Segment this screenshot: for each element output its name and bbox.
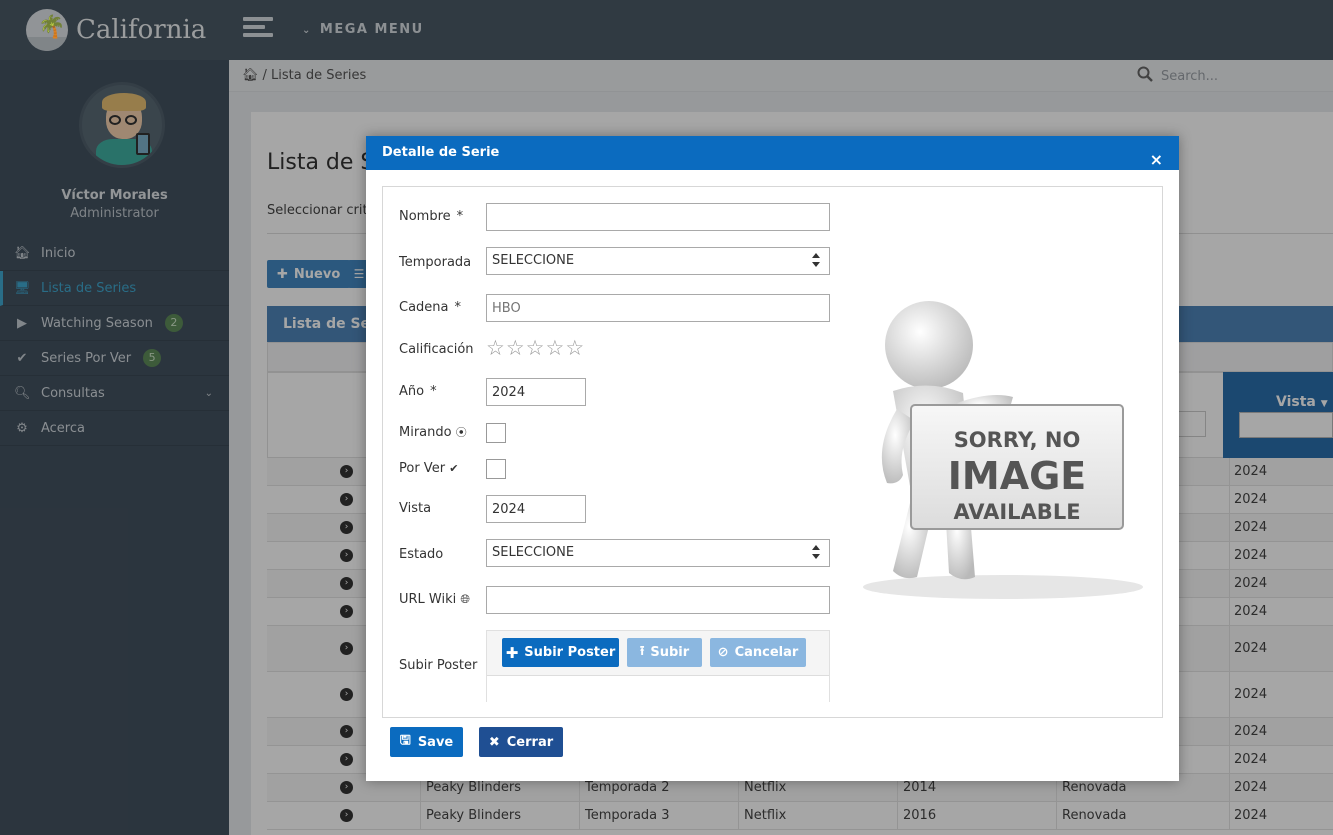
cerrar-button-label: Cerrar: [506, 734, 554, 750]
star-icon[interactable]: ☆: [545, 337, 564, 359]
select-arrows-icon: [812, 545, 820, 561]
placeholder-line-1: SORRY, NO: [954, 428, 1081, 452]
star-icon[interactable]: ☆: [565, 337, 584, 359]
globe-icon: 🌐︎: [460, 592, 470, 606]
dialog-title: Detalle de Serie: [382, 145, 500, 160]
upload-toolbar: ✚ Subir Poster ⭱ Subir ⊘ Cancelar: [487, 631, 829, 675]
vista-input[interactable]: [486, 495, 586, 523]
choose-poster-label: Subir Poster: [524, 645, 616, 660]
check-circle-icon: ✔: [449, 462, 459, 475]
mirando-checkbox[interactable]: [486, 423, 506, 443]
select-arrows-icon: [812, 253, 820, 269]
urlwiki-input[interactable]: [486, 586, 830, 614]
rating-stars[interactable]: ☆ ☆ ☆ ☆ ☆: [486, 337, 584, 359]
estado-selected-value: SELECCIONE: [492, 545, 575, 560]
floppy-disk-icon: 🖫: [399, 733, 411, 748]
placeholder-line-3: AVAILABLE: [953, 500, 1080, 524]
mirando-label: Mirando ⦿: [399, 425, 467, 440]
nombre-input[interactable]: [486, 203, 830, 231]
ban-icon: ⊘: [717, 645, 729, 660]
anio-label: Año *: [399, 384, 437, 399]
estado-select[interactable]: SELECCIONE: [486, 539, 830, 567]
urlwiki-label: URL Wiki 🌐︎: [399, 592, 470, 607]
star-icon[interactable]: ☆: [506, 337, 525, 359]
choose-poster-button[interactable]: ✚ Subir Poster: [502, 638, 619, 667]
serie-detail-dialog: Detalle de Serie × Nombre * Temporada SEL…: [366, 136, 1179, 781]
porver-label: Por Ver ✔: [399, 461, 459, 476]
nombre-label: Nombre *: [399, 209, 464, 224]
estado-label: Estado: [399, 547, 444, 562]
required-mark: *: [456, 209, 464, 224]
dialog-header: Detalle de Serie ×: [366, 136, 1179, 170]
vista-label: Vista: [399, 501, 432, 516]
close-icon: ✖: [488, 734, 500, 750]
calificacion-label: Calificación: [399, 342, 474, 357]
cancel-upload-label: Cancelar: [734, 645, 799, 660]
no-image-placeholder: SORRY, NO IMAGE AVAILABLE: [863, 301, 1143, 599]
upload-drop-zone[interactable]: [487, 675, 829, 702]
cadena-label: Cadena *: [399, 300, 461, 315]
subirposter-label: Subir Poster: [399, 658, 478, 673]
cerrar-button[interactable]: ✖ Cerrar: [479, 727, 563, 757]
temporada-selected-value: SELECCIONE: [492, 253, 575, 268]
star-icon[interactable]: ☆: [526, 337, 545, 359]
close-icon[interactable]: ×: [1150, 143, 1163, 177]
file-upload: ✚ Subir Poster ⭱ Subir ⊘ Cancelar: [486, 630, 830, 702]
temporada-select[interactable]: SELECCIONE: [486, 247, 830, 275]
cadena-input[interactable]: [486, 294, 830, 322]
required-mark: *: [430, 384, 437, 399]
plus-icon: ✚: [505, 643, 519, 662]
temporada-label: Temporada: [399, 255, 472, 270]
save-button-label: Save: [417, 734, 454, 750]
upload-icon: ⭱: [639, 643, 645, 659]
anio-input[interactable]: [486, 378, 586, 406]
serie-form: Nombre* Temporada SELECCIONE Cadena* Cal…: [382, 186, 1163, 718]
porver-checkbox[interactable]: [486, 459, 506, 479]
upload-label: Subir: [650, 645, 690, 660]
save-button[interactable]: 🖫 Save: [390, 727, 463, 757]
required-mark: *: [454, 300, 462, 315]
star-icon[interactable]: ☆: [486, 337, 505, 359]
cancel-upload-button[interactable]: ⊘ Cancelar: [710, 638, 806, 667]
play-circle-icon: ⦿: [455, 426, 467, 439]
placeholder-line-2: IMAGE: [948, 454, 1087, 498]
upload-button[interactable]: ⭱ Subir: [627, 638, 702, 667]
